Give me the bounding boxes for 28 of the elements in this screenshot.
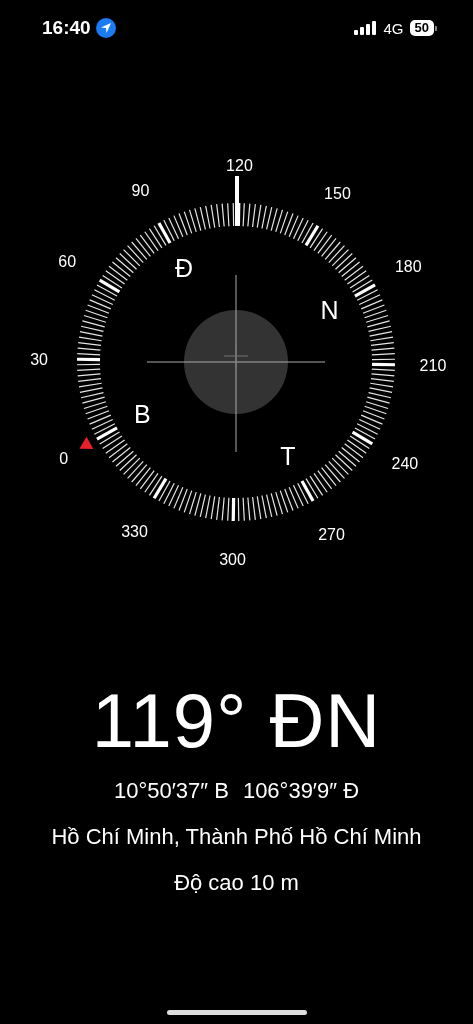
degree-label: 330 [121, 522, 148, 540]
direction-label: N [320, 296, 339, 325]
degree-label: 210 [419, 357, 447, 375]
degree-label: 270 [318, 526, 345, 544]
degree-label: 300 [219, 550, 246, 568]
longitude: 106°39′9″ Đ [242, 778, 359, 804]
signal-icon [353, 21, 378, 35]
degree-label: 180 [394, 258, 422, 276]
direction-label: B [134, 399, 151, 428]
degree-label: 120 [226, 157, 253, 175]
home-indicator[interactable] [166, 1010, 307, 1015]
network-label: 4G [383, 19, 404, 37]
direction-label: T [280, 441, 296, 470]
degree-label: 240 [391, 455, 419, 473]
status-time: 16:40 [42, 17, 91, 39]
degree-label: 150 [324, 185, 351, 203]
altitude: Độ cao 10 m [174, 870, 299, 896]
north-marker-icon [79, 436, 94, 450]
battery-indicator: 50 [409, 20, 434, 36]
location-name: Hồ Chí Minh, Thành Phố Hồ Chí Minh [51, 824, 422, 850]
direction-label: Đ [175, 254, 194, 283]
degree-label: 0 [59, 449, 69, 467]
degree-label: 90 [131, 181, 150, 199]
degree-label: 30 [30, 350, 48, 368]
degree-label: 60 [58, 252, 77, 270]
latitude: 10°50′37″ B [113, 778, 229, 804]
heading-reading: 119° ĐN [91, 678, 382, 764]
heading-line [235, 176, 239, 226]
